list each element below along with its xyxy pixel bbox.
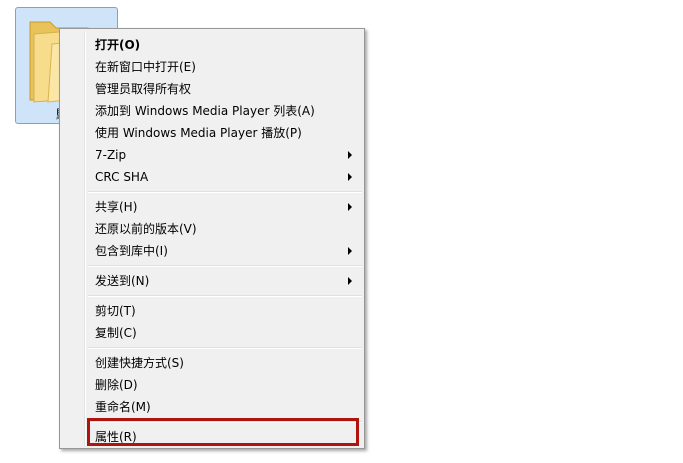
menu-separator: [88, 191, 362, 193]
menu-item-restore-versions[interactable]: 还原以前的版本(V): [62, 218, 362, 240]
menu-item-label: 复制(C): [95, 326, 137, 340]
menu-item-label: 发送到(N): [95, 274, 150, 288]
menu-item-label: 重命名(M): [95, 400, 151, 414]
menu-item-label: 在新窗口中打开(E): [95, 60, 196, 74]
context-menu: 打开(O) 在新窗口中打开(E) 管理员取得所有权 添加到 Windows Me…: [59, 28, 365, 449]
menu-separator: [88, 295, 362, 297]
menu-item-open[interactable]: 打开(O): [62, 34, 362, 56]
menu-item-rename[interactable]: 重命名(M): [62, 396, 362, 418]
menu-item-cut[interactable]: 剪切(T): [62, 300, 362, 322]
menu-item-label: 打开(O): [95, 38, 141, 52]
menu-item-open-new-window[interactable]: 在新窗口中打开(E): [62, 56, 362, 78]
menu-item-label: 删除(D): [95, 378, 138, 392]
menu-item-include-library[interactable]: 包含到库中(I): [62, 240, 362, 262]
submenu-arrow-icon: [348, 247, 352, 255]
menu-item-take-ownership[interactable]: 管理员取得所有权: [62, 78, 362, 100]
menu-item-label: 添加到 Windows Media Player 列表(A): [95, 104, 315, 118]
menu-item-play-wmp[interactable]: 使用 Windows Media Player 播放(P): [62, 122, 362, 144]
menu-separator: [88, 265, 362, 267]
menu-item-label: 包含到库中(I): [95, 244, 168, 258]
menu-item-share[interactable]: 共享(H): [62, 196, 362, 218]
highlight-annotation: [87, 418, 359, 446]
menu-item-delete[interactable]: 删除(D): [62, 374, 362, 396]
menu-item-copy[interactable]: 复制(C): [62, 322, 362, 344]
menu-item-create-shortcut[interactable]: 创建快捷方式(S): [62, 352, 362, 374]
desktop: 駐 打开(O) 在新窗口中打开(E) 管理员取得所有权 添加到 Windows …: [0, 0, 683, 463]
menu-item-label: 创建快捷方式(S): [95, 356, 184, 370]
submenu-arrow-icon: [348, 203, 352, 211]
menu-item-label: 还原以前的版本(V): [95, 222, 197, 236]
menu-item-label: 7-Zip: [95, 148, 127, 162]
submenu-arrow-icon: [348, 277, 352, 285]
menu-item-label: 共享(H): [95, 200, 138, 214]
menu-item-send-to[interactable]: 发送到(N): [62, 270, 362, 292]
menu-item-label: CRC SHA: [95, 170, 149, 184]
menu-item-add-wmp-list[interactable]: 添加到 Windows Media Player 列表(A): [62, 100, 362, 122]
submenu-arrow-icon: [348, 151, 352, 159]
menu-item-7zip[interactable]: 7-Zip: [62, 144, 362, 166]
menu-separator: [88, 347, 362, 349]
menu-item-label: 管理员取得所有权: [95, 82, 192, 96]
menu-item-crc-sha[interactable]: CRC SHA: [62, 166, 362, 188]
menu-item-label: 使用 Windows Media Player 播放(P): [95, 126, 302, 140]
submenu-arrow-icon: [348, 173, 352, 181]
menu-item-label: 剪切(T): [95, 304, 136, 318]
